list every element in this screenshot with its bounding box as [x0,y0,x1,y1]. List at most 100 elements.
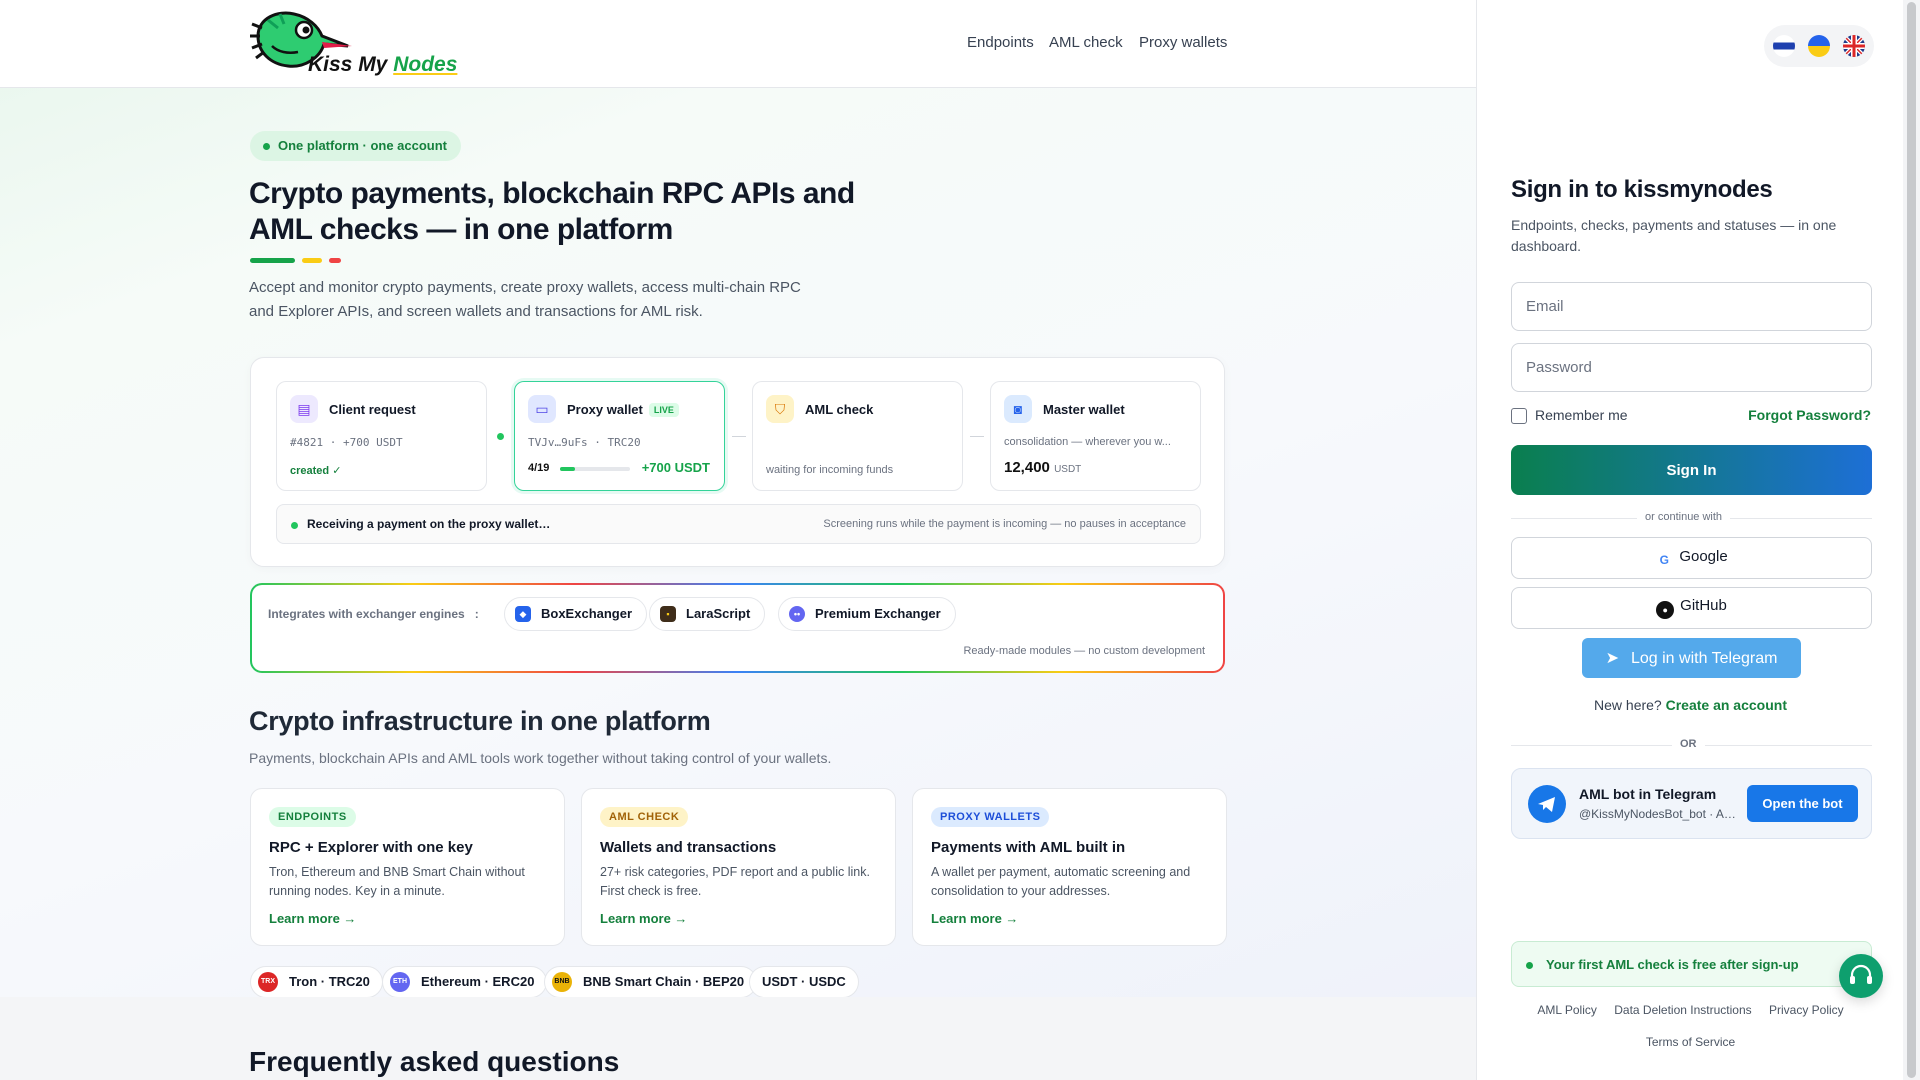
signin-button[interactable]: Sign In [1511,445,1872,495]
step-proxy-wallet: ▭ Proxy wallet LIVE TVJv…9uFs · TRC20 4/1… [514,381,725,491]
document-icon: ▤ [290,395,318,423]
card-desc: A wallet per payment, automatic screenin… [931,865,1191,898]
hero-title: Crypto payments, blockchain RPC APIs and… [249,177,855,246]
footer-links: AML Policy Data Deletion Instructions Pr… [1477,1003,1904,1017]
bnb-icon: BNB [552,972,572,992]
logo-text: Kiss My Nodes [308,53,458,76]
step-status: waiting for incoming funds [766,464,894,476]
card-tag: PROXY WALLETS [931,807,1050,827]
faq-section [0,997,1476,1080]
premium-icon: •• [789,606,805,622]
infra-subtitle: Payments, blockchain APIs and AML tools … [249,750,832,766]
support-chat-button[interactable] [1839,954,1883,998]
or-continue-label: or continue with [1637,511,1731,523]
top-bar: Kiss My Nodes Endpoints AML check Proxy … [0,0,1476,88]
step-client-request: ▤ Client request #4821 · +700 USDT creat… [276,381,487,491]
create-account-link[interactable]: Create an account [1666,697,1787,713]
network-bnb: BNB BNB Smart Chain · BEP20 [544,966,758,998]
card-desc: Tron, Ethereum and BNB Smart Chain witho… [269,865,525,898]
bot-handle: @KissMyNodesBot_bot · AML checks [1579,807,1739,821]
auth-panel: Sign in to kissmynodes Endpoints, checks… [1476,0,1903,1080]
card-title: Wallets and transactions [600,839,777,856]
step-sub: TVJv…9uFs · TRC20 [528,436,641,449]
learn-more-link[interactable]: Learn more → [269,911,356,926]
progress-bar [560,467,630,471]
headset-icon [1850,964,1872,984]
card-endpoints: ENDPOINTS RPC + Explorer with one key Tr… [250,788,565,946]
nav-proxy-wallets[interactable]: Proxy wallets [1139,34,1227,51]
nav-endpoints[interactable]: Endpoints [967,34,1034,51]
step-title: Client request [329,402,416,417]
free-check-banner: Your first AML check is free after sign-… [1511,941,1872,987]
footer-aml-policy[interactable]: AML Policy [1537,1003,1597,1017]
learn-more-link[interactable]: Learn more → [931,911,1018,926]
flag-icon-uk[interactable] [1843,35,1865,57]
remember-me-checkbox[interactable] [1511,408,1527,424]
step-title: Master wallet [1043,402,1125,417]
step-title: Proxy wallet LIVE [567,402,679,417]
connector-line [970,436,984,437]
tron-icon: TRX [258,972,278,992]
step-aml-check: ⛉ AML check waiting for incoming funds [752,381,963,491]
bot-title: AML bot in Telegram [1579,786,1717,802]
payment-flow-demo: ▤ Client request #4821 · +700 USDT creat… [250,357,1225,567]
scrollbar-thumb[interactable] [1907,2,1916,1078]
status-note: Screening runs while the payment is inco… [823,518,1186,530]
live-tag: LIVE [648,403,679,417]
aml-bot-card: AML bot in Telegram @KissMyNodesBot_bot … [1511,768,1872,839]
flag-icon-ru[interactable] [1773,35,1795,57]
scrollbar[interactable] [1903,0,1920,1080]
connector-line [732,436,746,437]
faq-title: Frequently asked questions [249,1046,620,1077]
flag-icon-ua[interactable] [1808,35,1830,57]
email-field[interactable] [1511,282,1872,331]
language-switcher [1764,25,1874,67]
telegram-login-button[interactable]: ➤ Log in with Telegram [1582,638,1801,678]
card-aml-check: AML CHECK Wallets and transactions 27+ r… [581,788,896,946]
chip-larascript[interactable]: ▪ LaraScript [649,597,766,631]
or-label: OR [1672,738,1705,750]
card-title: Payments with AML built in [931,839,1126,856]
larascript-icon: ▪ [660,606,676,622]
footer-data-deletion[interactable]: Data Deletion Instructions [1614,1003,1751,1017]
integrations-panel: Integrates with exchanger engines : ◆ Box… [250,583,1225,673]
nav-aml-check[interactable]: AML check [1049,34,1123,51]
chip-premium-exchanger[interactable]: •• Premium Exchanger [778,597,956,631]
learn-more-link[interactable]: Learn more → [600,911,687,926]
amount: +700 USDT [641,460,710,475]
main-content: Kiss My Nodes Endpoints AML check Proxy … [0,0,1476,1080]
status-dot [1526,962,1533,969]
ethereum-icon: ETH [390,972,410,992]
progress-label: 4/19 [528,462,550,474]
signin-title: Sign in to kissmynodes [1511,176,1773,203]
cube-icon: ◆ [515,606,531,622]
github-icon: ● [1656,601,1675,619]
github-button[interactable]: ● GitHub [1511,587,1872,629]
password-field[interactable] [1511,343,1872,392]
forgot-password-link[interactable]: Forgot Password? [1748,407,1871,423]
chip-boxexchanger[interactable]: ◆ BoxExchanger [504,597,648,631]
platform-badge: One platform · one account [250,131,462,161]
master-balance: 12,400 USDT [1004,459,1082,476]
logo[interactable]: Kiss My Nodes [248,6,458,82]
infra-title: Crypto infrastructure in one platform [249,706,711,736]
network-tron: TRX Tron · TRC20 [250,966,383,998]
remember-me-label: Remember me [1535,407,1628,423]
signup-prompt: New here? Create an account [1594,697,1787,713]
telegram-icon [1528,785,1566,823]
step-status: created ✓ [290,465,342,477]
network-stablecoins: USDT · USDC [749,966,859,998]
footer-privacy-policy[interactable]: Privacy Policy [1769,1003,1844,1017]
open-bot-button[interactable]: Open the bot [1747,785,1858,822]
underline-green [250,258,295,263]
telegram-icon: ➤ [1605,650,1619,667]
footer-terms[interactable]: Terms of Service [1477,1035,1904,1049]
card-tag: ENDPOINTS [269,807,356,827]
underline-red [329,258,341,263]
free-check-text: Your first AML check is free after sign-… [1546,957,1799,972]
google-icon: G [1659,552,1669,567]
google-button[interactable]: G Google [1511,537,1872,579]
card-title: RPC + Explorer with one key [269,839,473,856]
card-proxy-wallets: PROXY WALLETS Payments with AML built in… [912,788,1227,946]
underline-yellow [302,258,322,263]
